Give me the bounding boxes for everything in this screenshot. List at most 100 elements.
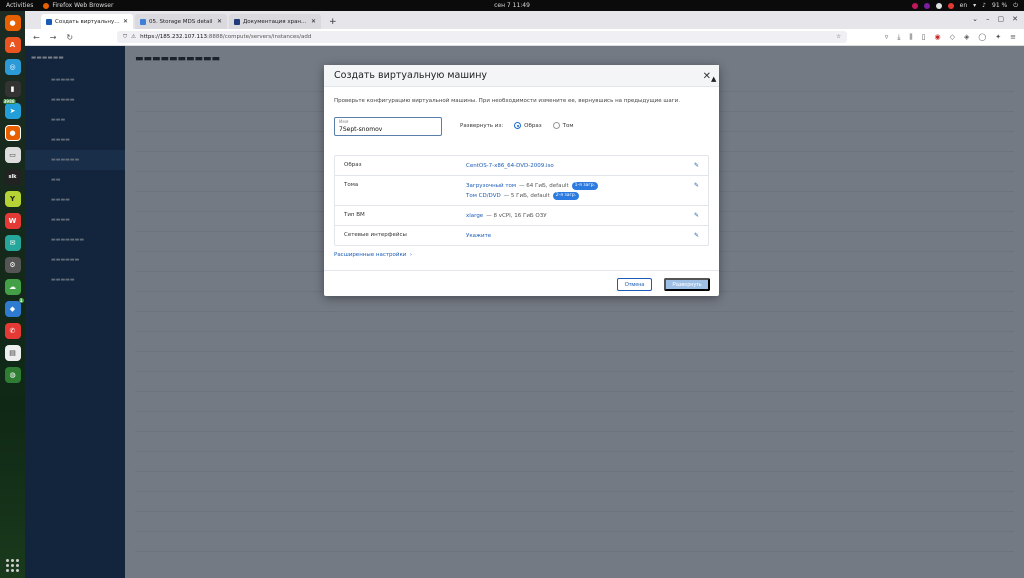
library-icon[interactable]: ⫼ (909, 33, 912, 42)
image-value-link[interactable]: CentOS-7-x86_64-DVD-2009.iso (466, 162, 708, 170)
close-tab-icon[interactable]: ✕ (311, 18, 316, 25)
boot-volume-item[interactable]: Загрузочный том — 64 ГиБ, default 1-я за… (466, 182, 708, 190)
tray-app-icon[interactable] (935, 2, 942, 9)
terminal-icon[interactable]: ▮ (4, 81, 21, 97)
browser-tab[interactable]: 05. Storage MDS detail ✕ (135, 14, 227, 29)
telegram-icon[interactable]: ➤ 3988 (2, 99, 21, 119)
deploy-from-image-radio[interactable]: Образ (514, 122, 542, 129)
edit-flavor-pencil-icon[interactable]: ✎ (694, 212, 699, 219)
close-icon[interactable]: ✕ (703, 71, 711, 82)
tab-favicon-icon (46, 18, 52, 25)
application-dock: ● A ◎ ▮ ➤ 3988 ● ▭ slk Y W ✉ ⚙ ☁ ◆ 1 ✆ ▤… (0, 11, 25, 578)
activities-button[interactable]: Activities (6, 2, 33, 9)
firefox-icon (43, 2, 50, 9)
close-tab-icon[interactable]: ✕ (123, 18, 128, 25)
settings-app-icon[interactable]: ◎ (4, 59, 21, 75)
lock-warning-icon[interactable]: ⚠ (131, 34, 136, 40)
bookmark-star-icon[interactable]: ☆ (836, 34, 841, 40)
app-badge: 1 (18, 298, 24, 303)
create-vm-dialog: Создать виртуальную машину ✕ Проверьте к… (324, 65, 719, 296)
extension-icon[interactable]: ◇ (950, 33, 955, 42)
globe-app-icon[interactable]: ◍ (4, 367, 21, 383)
clock[interactable]: сен 7 11:49 (0, 2, 1024, 9)
tab-title: Создать виртуальную м (55, 18, 120, 25)
extensions-puzzle-icon[interactable]: ✦ (995, 33, 1001, 42)
browser-tab[interactable]: Создать виртуальную м ✕ (41, 14, 133, 29)
url-text: https://185.232.107.113:8888/compute/ser… (140, 34, 312, 40)
power-menu-icon[interactable]: ⏻ (1013, 2, 1018, 10)
tab-title: Документация хранил (243, 18, 308, 25)
config-key: Образ (344, 162, 362, 168)
advanced-settings-link[interactable]: Расширенные настройки › (334, 252, 412, 258)
cd-volume-item[interactable]: Том CD/DVD — 5 ГиБ, default 2-я загр. (466, 192, 708, 200)
network-value-link[interactable]: Укажите (466, 232, 708, 240)
downloads-icon[interactable]: ⤓ (897, 33, 900, 42)
close-tab-icon[interactable]: ✕ (217, 18, 222, 25)
volume-icon[interactable]: ♪ (982, 2, 986, 9)
system-settings-icon[interactable]: ⚙ (4, 257, 21, 273)
window-controls: ⌄ – ▢ ✕ (972, 15, 1018, 23)
cancel-button[interactable]: Отмена (617, 278, 652, 291)
tray-app-icon[interactable] (947, 2, 954, 9)
tab-list-icon[interactable]: ⌄ (972, 15, 978, 23)
pocket-icon[interactable]: ▿ (885, 33, 889, 42)
navigation-bar: ← → ↻ ⛉ ⚠ https://185.232.107.113:8888/c… (25, 29, 1024, 46)
wps-office-icon[interactable]: W (4, 213, 21, 229)
deploy-from-label: Развернуть из: (460, 122, 504, 129)
edit-image-pencil-icon[interactable]: ✎ (694, 162, 699, 169)
url-bar[interactable]: ⛉ ⚠ https://185.232.107.113:8888/compute… (117, 31, 847, 43)
deploy-from-volume-radio[interactable]: Том (552, 122, 574, 129)
account-icon[interactable]: ◯ (978, 33, 986, 42)
vm-config-summary: Образ CentOS-7-x86_64-DVD-2009.iso ✎ Том… (334, 155, 709, 246)
show-applications-icon[interactable] (6, 558, 20, 572)
forward-icon[interactable]: → (50, 33, 57, 42)
minimize-icon[interactable]: – (986, 15, 990, 23)
files-icon[interactable]: ▭ (4, 147, 21, 163)
system-top-bar: Activities Firefox Web Browser сен 7 11:… (0, 0, 1024, 11)
maximize-icon[interactable]: ▢ (998, 15, 1005, 23)
name-and-source-row: Имя 7Sept-snomov Развернуть из: Образ То… (324, 117, 719, 141)
yandex-icon[interactable]: Y (4, 191, 21, 207)
sidebar-icon[interactable]: ▯ (922, 33, 926, 42)
flavor-value[interactable]: xlarge — 8 vCPI, 16 ГиБ ОЗУ (466, 212, 708, 220)
radio-unselected-icon (552, 122, 560, 129)
cloud-icon[interactable]: ☁ (4, 279, 21, 295)
boot-order-badge: 2-я загр. (552, 192, 580, 200)
active-app-name: Firefox Web Browser (52, 2, 114, 9)
toolbar-icons: ▿ ⤓ ⫼ ▯ ◉ ◇ ◈ ◯ ✦ ≡ (885, 33, 1016, 42)
shield-icon[interactable]: ⛉ (123, 34, 127, 41)
boot-order-badge: 1-я загр. (571, 182, 599, 190)
software-center-icon[interactable]: A (4, 37, 21, 53)
radio-selected-icon (514, 122, 522, 129)
document-viewer-icon[interactable]: ▤ (4, 345, 21, 361)
tray-app-icon[interactable] (911, 2, 918, 9)
deploy-button[interactable]: Развернуть (664, 278, 710, 291)
network-icon[interactable]: ▾ (973, 2, 976, 9)
browser-app-icon[interactable]: ◆ 1 (4, 298, 24, 317)
vm-name-input[interactable]: Имя 7Sept-snomov (334, 117, 442, 136)
firefox-running-icon[interactable]: ● (4, 125, 21, 141)
close-window-icon[interactable]: ✕ (1012, 15, 1018, 23)
extension-icon[interactable]: ◈ (964, 33, 969, 42)
config-key: Тома (344, 182, 359, 188)
mail-icon[interactable]: ✉ (4, 235, 21, 251)
extension-icon[interactable]: ◉ (935, 33, 941, 42)
back-icon[interactable]: ← (33, 33, 40, 42)
browser-tab[interactable]: Документация хранил ✕ (229, 14, 321, 29)
language-indicator[interactable]: en (960, 2, 968, 9)
edit-volumes-pencil-icon[interactable]: ✎ (694, 182, 699, 189)
chat-app-icon[interactable]: ✆ (4, 323, 21, 339)
reload-icon[interactable]: ↻ (66, 33, 73, 42)
active-app-menu[interactable]: Firefox Web Browser (43, 2, 113, 9)
edit-network-pencil-icon[interactable]: ✎ (694, 232, 699, 239)
tray-app-icon[interactable] (923, 2, 930, 9)
firefox-dock-icon[interactable]: ● (4, 15, 21, 31)
app-menu-icon[interactable]: ≡ (1010, 33, 1016, 42)
chevron-right-icon: › (408, 252, 413, 258)
dialog-title: Создать виртуальную машину (334, 70, 488, 81)
slack-icon[interactable]: slk (4, 169, 21, 185)
tab-favicon-icon (140, 18, 146, 25)
new-tab-button[interactable]: + (323, 17, 343, 29)
battery-level[interactable]: 91 % (992, 2, 1007, 9)
config-row-volumes: Тома Загрузочный том — 64 ГиБ, default 1… (335, 176, 708, 206)
